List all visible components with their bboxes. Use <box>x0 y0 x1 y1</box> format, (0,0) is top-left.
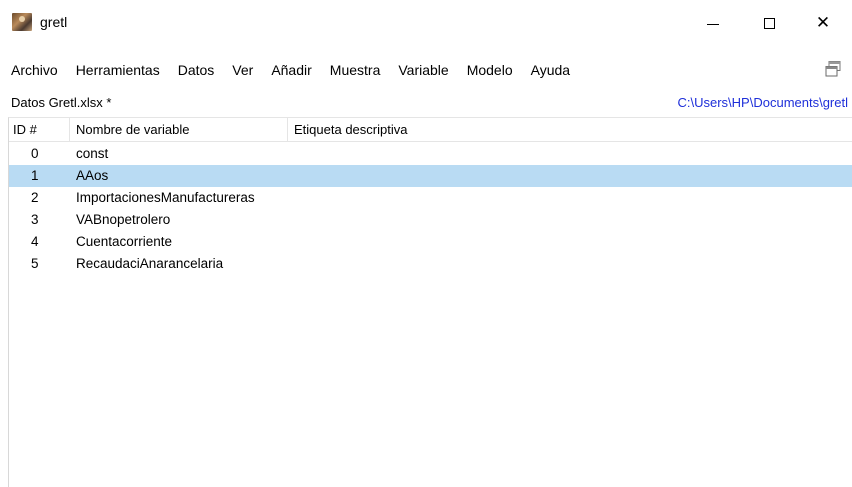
variable-id: 4 <box>31 234 39 249</box>
table-row[interactable]: 1 AAos <box>9 165 852 187</box>
column-header-name[interactable]: Nombre de variable <box>70 118 288 142</box>
list-header: ID # Nombre de variable Etiqueta descrip… <box>9 118 852 142</box>
table-row[interactable]: 0 const <box>9 143 852 165</box>
menu-modelo[interactable]: Modelo <box>457 58 521 82</box>
gretl-main-window: gretl ✕ Archivo Herramientas Datos Ver A… <box>0 0 852 487</box>
table-row[interactable]: 4 Cuentacorriente <box>9 231 852 253</box>
minimize-icon <box>707 23 719 25</box>
window-title: gretl <box>40 14 68 30</box>
variable-name: AAos <box>76 168 109 183</box>
variable-name: ImportacionesManufactureras <box>76 190 255 205</box>
table-row[interactable]: 3 VABnopetrolero <box>9 209 852 231</box>
table-row[interactable]: 5 RecaudaciAnarancelaria <box>9 253 852 275</box>
variable-id: 0 <box>31 146 39 161</box>
variable-id: 2 <box>31 190 39 205</box>
menu-variable[interactable]: Variable <box>388 58 456 82</box>
menu-archivo[interactable]: Archivo <box>8 58 66 82</box>
menu-herramientas[interactable]: Herramientas <box>66 58 168 82</box>
close-button[interactable]: ✕ <box>800 0 846 46</box>
menu-ver[interactable]: Ver <box>222 58 261 82</box>
menu-ayuda[interactable]: Ayuda <box>521 58 578 82</box>
windows-list-icon[interactable] <box>824 60 842 78</box>
variable-name: Cuentacorriente <box>76 234 173 249</box>
variable-rows: 0 const 1 AAos 2 ImportacionesManufactureras 3… <box>9 143 852 275</box>
working-directory-path: C:\Users\HP\Documents\gretl <box>677 95 849 110</box>
status-row: Datos Gretl.xlsx * C:\Users\HP\Documents… <box>0 94 852 114</box>
menu-anadir[interactable]: Añadir <box>261 58 319 82</box>
maximize-button[interactable] <box>746 0 792 46</box>
title-bar[interactable]: gretl ✕ <box>0 0 852 46</box>
minimize-button[interactable] <box>690 0 736 46</box>
gretl-app-icon[interactable] <box>12 13 32 31</box>
windows-list-icon-graphic <box>825 61 841 77</box>
table-row[interactable]: 2 ImportacionesManufactureras <box>9 187 852 209</box>
menu-bar: Archivo Herramientas Datos Ver Añadir Mu… <box>8 58 578 82</box>
column-header-id[interactable]: ID # <box>9 118 70 142</box>
variable-list[interactable]: ID # Nombre de variable Etiqueta descrip… <box>8 117 852 487</box>
menu-datos[interactable]: Datos <box>168 58 223 82</box>
dataset-name: Datos Gretl.xlsx * <box>11 95 112 110</box>
close-icon: ✕ <box>815 12 831 33</box>
variable-id: 5 <box>31 256 39 271</box>
variable-name: const <box>76 146 109 161</box>
column-header-label[interactable]: Etiqueta descriptiva <box>288 118 852 142</box>
variable-id: 1 <box>31 168 39 183</box>
menu-muestra[interactable]: Muestra <box>320 58 389 82</box>
variable-name: RecaudaciAnarancelaria <box>76 256 224 271</box>
maximize-icon <box>763 17 775 29</box>
variable-name: VABnopetrolero <box>76 212 171 227</box>
variable-id: 3 <box>31 212 39 227</box>
